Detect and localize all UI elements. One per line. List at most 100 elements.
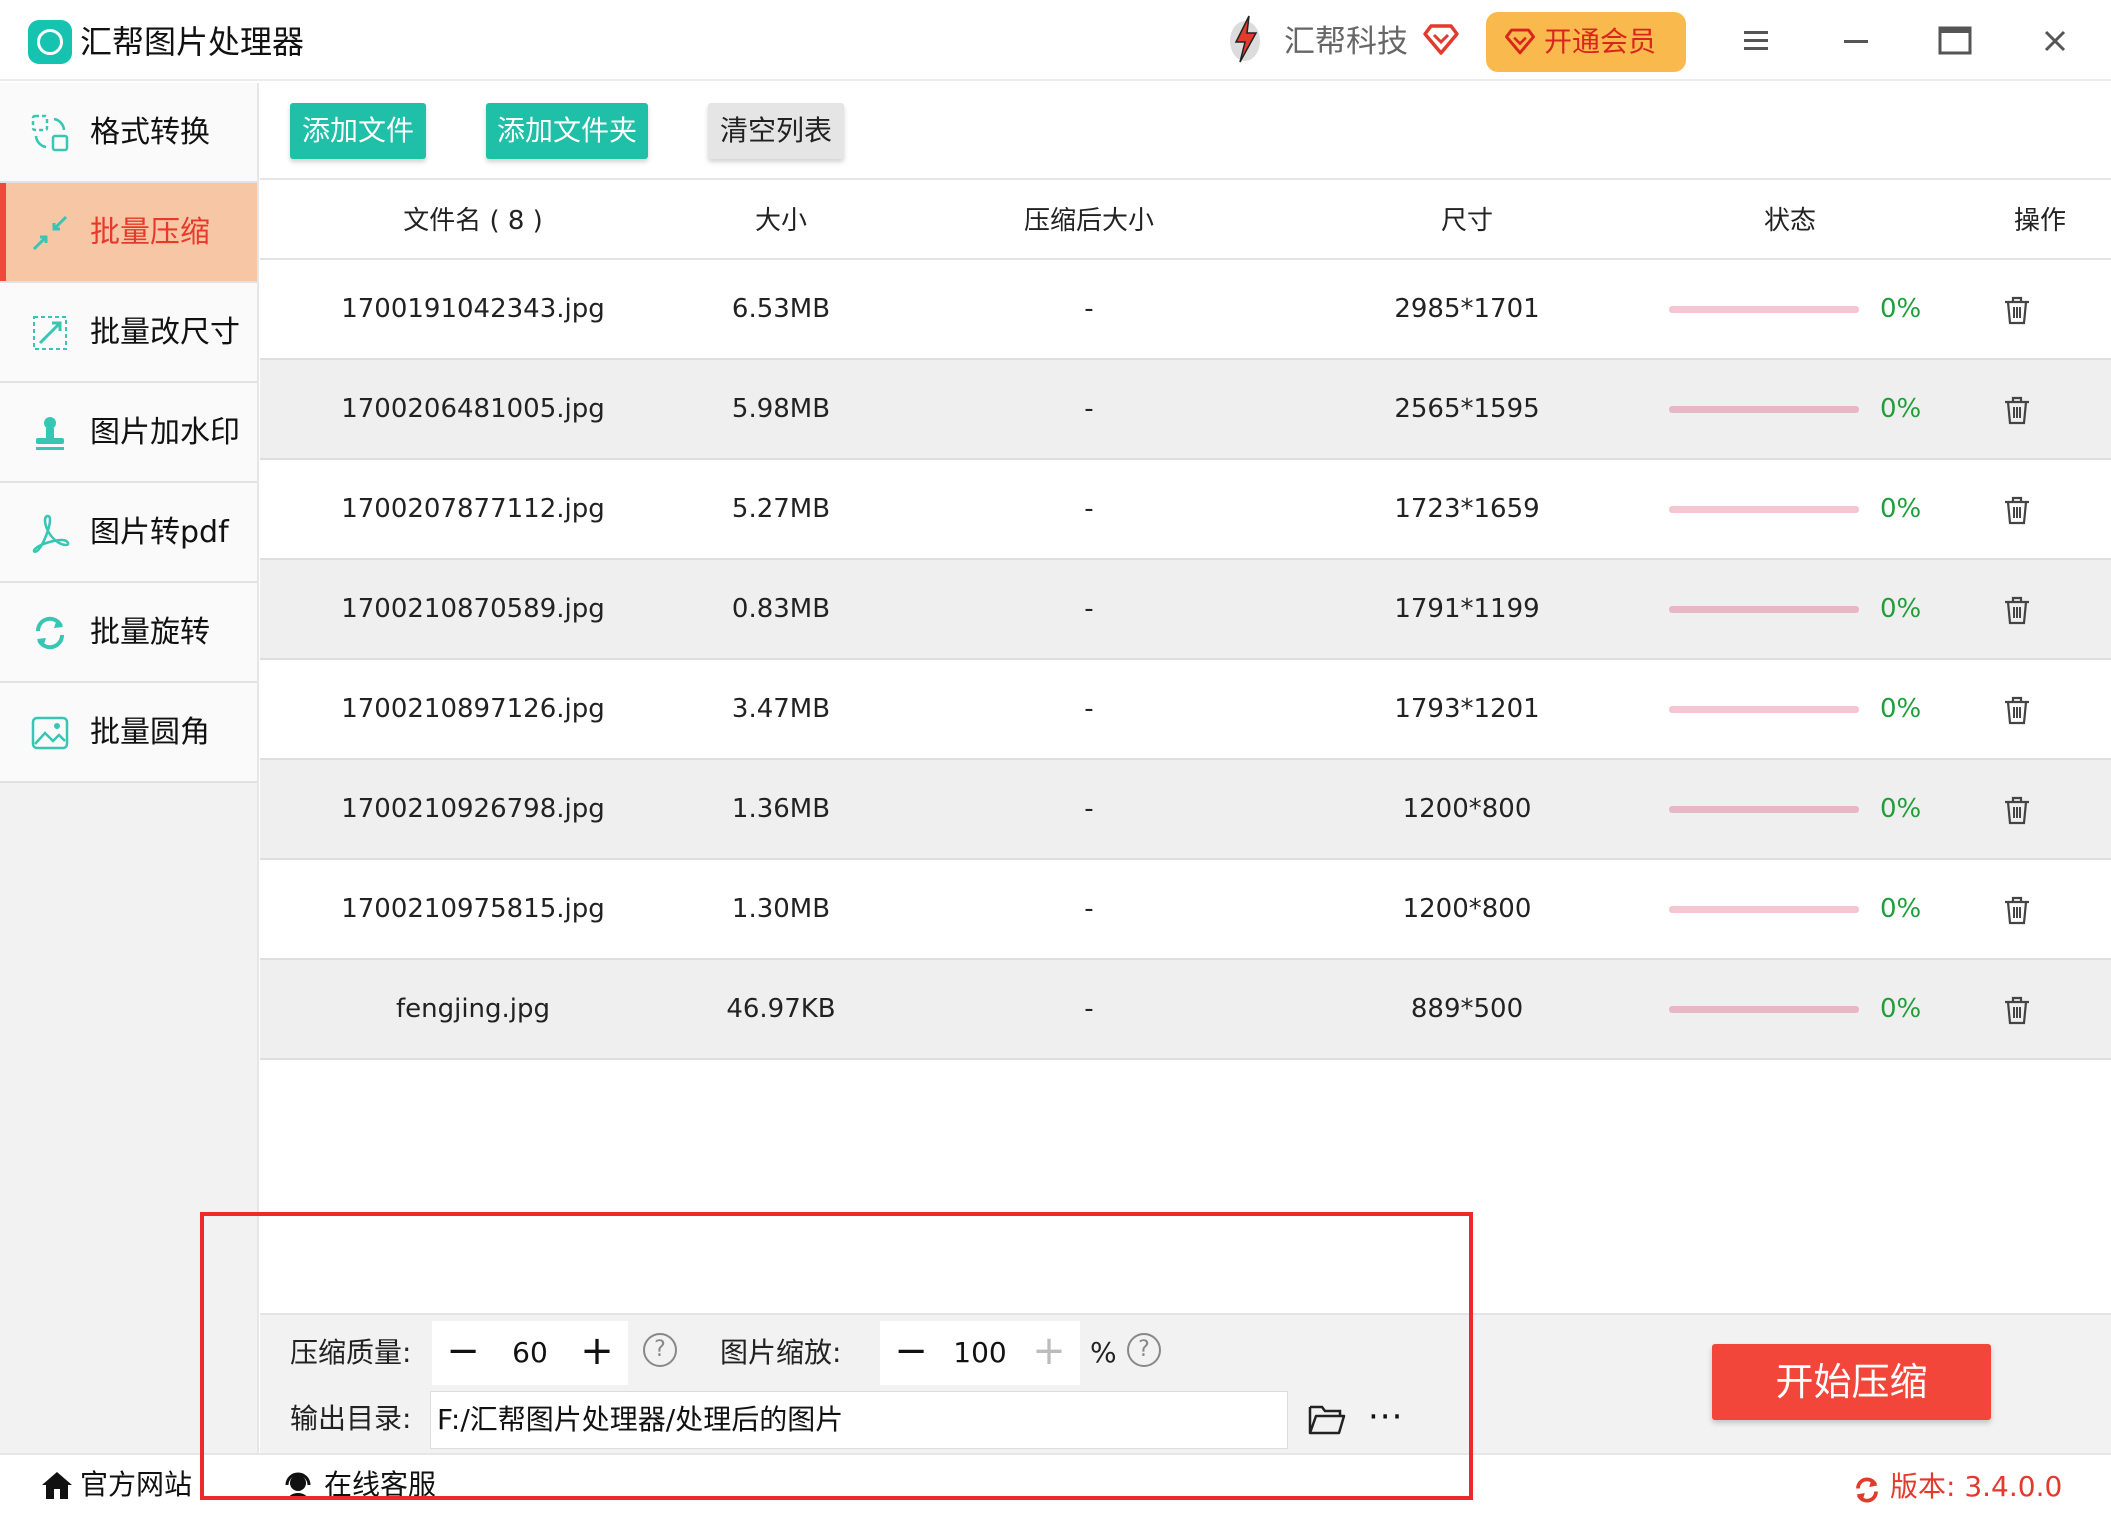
file-name: 1700210870589.jpg	[341, 594, 605, 624]
file-table: 文件名 ( 8 ) 大小 压缩后大小 尺寸 状态 操作 170019104234…	[260, 182, 2111, 1060]
table-row: 1700210897126.jpg 3.47MB - 1793*1201 0%	[260, 660, 2111, 760]
quality-help-icon[interactable]: ?	[643, 1333, 677, 1367]
folder-open-icon[interactable]	[1308, 1403, 1346, 1435]
delete-icon[interactable]	[2001, 294, 2033, 326]
progress-percent: 0%	[1880, 794, 1922, 824]
header-action: 操作	[2013, 206, 2066, 236]
close-icon[interactable]	[2032, 18, 2078, 64]
scale-unit: %	[1090, 1336, 1117, 1369]
toolbar: 添加文件 添加文件夹 清空列表	[260, 83, 2111, 180]
delete-icon[interactable]	[2001, 794, 2033, 826]
file-name: 1700210897126.jpg	[341, 694, 605, 724]
table-row: fengjing.jpg 46.97KB - 889*500 0%	[260, 960, 2111, 1060]
file-name: 1700207877112.jpg	[341, 494, 605, 524]
minimize-icon[interactable]	[1833, 18, 1879, 64]
scale-stepper[interactable]: − 100 +	[880, 1321, 1080, 1385]
compressed-size: -	[1084, 694, 1094, 724]
header-size: 大小	[754, 206, 807, 236]
delete-icon[interactable]	[2001, 894, 2033, 926]
table-row: 1700206481005.jpg 5.98MB - 2565*1595 0%	[260, 360, 2111, 460]
add-file-button[interactable]: 添加文件	[290, 103, 426, 159]
image-dimensions: 1200*800	[1402, 794, 1532, 824]
quality-minus-button[interactable]: −	[438, 1321, 488, 1385]
quality-plus-button[interactable]: +	[572, 1321, 622, 1385]
file-size: 46.97KB	[726, 994, 836, 1024]
scale-minus-button[interactable]: −	[886, 1321, 936, 1385]
progress-bar	[1669, 506, 1859, 513]
table-row: 1700207877112.jpg 5.27MB - 1723*1659 0%	[260, 460, 2111, 560]
progress-percent: 0%	[1880, 894, 1922, 924]
pdf-icon	[32, 514, 70, 553]
quality-label: 压缩质量:	[290, 1336, 412, 1369]
brand-name: 汇帮科技	[1284, 24, 1408, 60]
sidebar-item-batch-compress[interactable]: 批量压缩	[0, 183, 257, 283]
hamburger-menu-icon[interactable]	[1733, 18, 1779, 64]
progress-percent: 0%	[1880, 994, 1922, 1024]
compressed-size: -	[1084, 894, 1094, 924]
sidebar-item-label: 图片加水印	[90, 415, 240, 450]
progress-bar	[1669, 406, 1859, 413]
app-window: 汇帮图片处理器 汇帮科技 开通会员 格式转换 批量压缩 批量改尺寸 图片加水印 …	[0, 0, 2111, 1519]
delete-icon[interactable]	[2001, 994, 2033, 1026]
progress-bar	[1669, 706, 1859, 713]
vip-button-label: 开通会员	[1544, 25, 1657, 58]
official-website-link[interactable]: 官方网站	[40, 1465, 200, 1505]
delete-icon[interactable]	[2001, 694, 2033, 726]
table-row: 1700210926798.jpg 1.36MB - 1200*800 0%	[260, 760, 2111, 860]
sidebar-item-label: 批量圆角	[90, 715, 210, 750]
image-dimensions: 2565*1595	[1394, 394, 1540, 424]
image-dimensions: 1200*800	[1402, 894, 1532, 924]
file-size: 5.27MB	[731, 494, 831, 524]
sidebar-item-format-convert[interactable]: 格式转换	[0, 83, 257, 183]
scale-plus-button[interactable]: +	[1024, 1321, 1074, 1385]
progress-bar	[1669, 906, 1859, 913]
home-icon	[42, 1472, 72, 1499]
image-dimensions: 2985*1701	[1394, 294, 1540, 324]
scale-label: 图片缩放:	[720, 1336, 842, 1369]
vip-button[interactable]: 开通会员	[1486, 12, 1686, 72]
quality-value[interactable]: 60	[488, 1321, 572, 1385]
footer: 官方网站 在线客服 版本: 3.4.0.0	[0, 1453, 2111, 1519]
output-dir-field[interactable]: F:/汇帮图片处理器/处理后的图片	[430, 1391, 1288, 1449]
progress-percent: 0%	[1880, 294, 1922, 324]
scale-value[interactable]: 100	[936, 1321, 1024, 1385]
file-name: 1700191042343.jpg	[341, 294, 605, 324]
clear-list-button[interactable]: 清空列表	[708, 103, 844, 159]
sidebar-item-watermark[interactable]: 图片加水印	[0, 383, 257, 483]
file-size: 5.98MB	[731, 394, 831, 424]
rounded-corner-icon	[31, 716, 69, 750]
delete-icon[interactable]	[2001, 594, 2033, 626]
start-compress-button[interactable]: 开始压缩	[1712, 1344, 1991, 1420]
sidebar-item-batch-resize[interactable]: 批量改尺寸	[0, 283, 257, 383]
online-support-label: 在线客服	[324, 1468, 437, 1501]
header-status: 状态	[1763, 206, 1816, 236]
watermark-icon	[36, 417, 64, 450]
online-support-link[interactable]: 在线客服	[282, 1465, 442, 1505]
scale-help-icon[interactable]: ?	[1127, 1333, 1161, 1367]
sidebar-item-to-pdf[interactable]: 图片转pdf	[0, 483, 257, 583]
image-dimensions: 889*500	[1410, 994, 1524, 1024]
version-label: 版本: 3.4.0.0	[1890, 1470, 2063, 1503]
resize-icon	[33, 316, 67, 350]
brand-lightning-icon	[1230, 15, 1260, 63]
sidebar-item-rotate[interactable]: 批量旋转	[0, 583, 257, 683]
more-options-button[interactable]: ···	[1368, 1397, 1403, 1437]
sidebar-item-rounded-corner[interactable]: 批量圆角	[0, 683, 257, 783]
image-dimensions: 1723*1659	[1394, 494, 1540, 524]
delete-icon[interactable]	[2001, 494, 2033, 526]
file-name: 1700210975815.jpg	[341, 894, 605, 924]
sidebar-item-label: 批量压缩	[90, 215, 210, 250]
compressed-size: -	[1084, 394, 1094, 424]
quality-stepper[interactable]: − 60 +	[432, 1321, 628, 1385]
image-dimensions: 1791*1199	[1394, 594, 1540, 624]
add-folder-button[interactable]: 添加文件夹	[486, 103, 648, 159]
progress-percent: 0%	[1880, 494, 1922, 524]
progress-percent: 0%	[1880, 694, 1922, 724]
compressed-size: -	[1084, 494, 1094, 524]
progress-bar	[1669, 306, 1859, 313]
delete-icon[interactable]	[2001, 394, 2033, 426]
maximize-icon[interactable]	[1932, 18, 1978, 64]
file-size: 1.36MB	[731, 794, 831, 824]
file-size: 6.53MB	[731, 294, 831, 324]
output-dir-label: 输出目录:	[290, 1402, 412, 1435]
